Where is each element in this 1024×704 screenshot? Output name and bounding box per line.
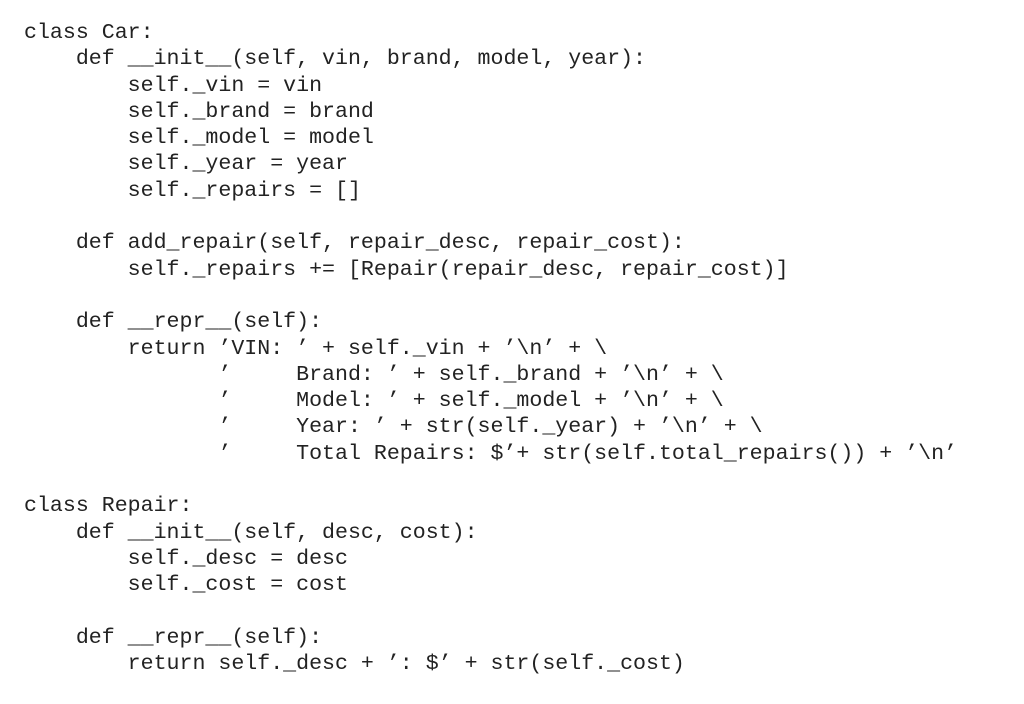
- code-line: ’ Total Repairs: $’+ str(self.total_repa…: [24, 441, 958, 466]
- code-line: self._brand = brand: [24, 99, 374, 124]
- code-line: return self._desc + ’: $’ + str(self._co…: [24, 652, 685, 677]
- code-line-car-repr-def: def __repr__(self):: [24, 310, 323, 335]
- code-line-add-repair-def: def add_repair(self, repair_desc, repair…: [24, 231, 685, 256]
- code-line: self._vin = vin: [24, 73, 323, 98]
- code-line: return ’VIN: ’ + self._vin + ’\n’ + \: [24, 336, 608, 361]
- code-line: ’ Brand: ’ + self._brand + ’\n’ + \: [24, 362, 724, 387]
- code-line: self._repairs = []: [24, 178, 361, 203]
- code-line: ’ Model: ’ + self._model + ’\n’ + \: [24, 389, 724, 414]
- code-line: self._repairs += [Repair(repair_desc, re…: [24, 257, 789, 282]
- code-line-repair-init-def: def __init__(self, desc, cost):: [24, 520, 478, 545]
- code-line: self._cost = cost: [24, 573, 348, 598]
- code-line: self._year = year: [24, 152, 348, 177]
- code-line: self._model = model: [24, 126, 374, 151]
- code-line: ’ Year: ’ + str(self._year) + ’\n’ + \: [24, 415, 763, 440]
- code-listing: class Car: def __init__(self, vin, brand…: [24, 20, 957, 677]
- code-line-class-car: class Car:: [24, 21, 154, 45]
- code-line-car-init-def: def __init__(self, vin, brand, model, ye…: [24, 47, 647, 72]
- code-line-repair-repr-def: def __repr__(self):: [24, 625, 323, 650]
- code-line: self._desc = desc: [24, 546, 348, 571]
- code-line-class-repair: class Repair:: [24, 494, 193, 519]
